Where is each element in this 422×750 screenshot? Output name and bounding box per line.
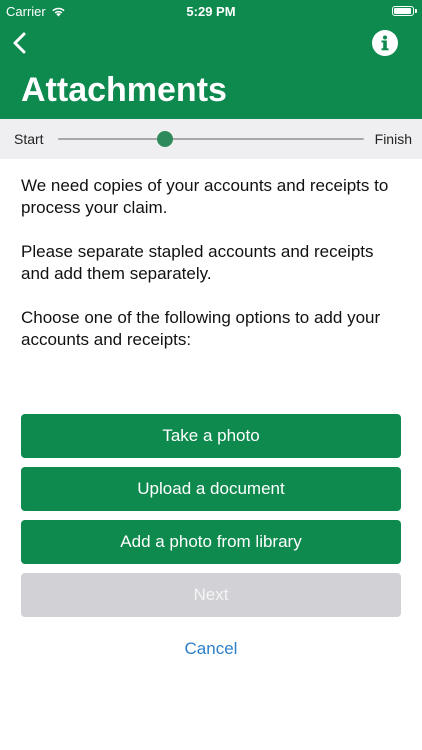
page-title: Attachments bbox=[21, 71, 227, 109]
progress-track bbox=[58, 131, 364, 147]
instruction-copies: We need copies of your accounts and rece… bbox=[21, 176, 389, 217]
progress-start-label: Start bbox=[14, 131, 44, 147]
add-photo-library-button[interactable]: Add a photo from library bbox=[21, 520, 401, 564]
instructions: We need copies of your accounts and rece… bbox=[21, 175, 406, 373]
next-button[interactable]: Next bbox=[21, 573, 401, 617]
status-time: 5:29 PM bbox=[186, 4, 236, 19]
battery-nub bbox=[415, 9, 417, 13]
upload-document-button[interactable]: Upload a document bbox=[21, 467, 401, 511]
info-icon bbox=[372, 30, 398, 56]
info-button[interactable] bbox=[372, 30, 398, 56]
progress-thumb bbox=[157, 131, 174, 147]
instruction-separate: Please separate stapled accounts and rec… bbox=[21, 242, 374, 283]
progress-indicator: Start Finish bbox=[0, 119, 422, 159]
instruction-choose: Choose one of the following options to a… bbox=[21, 308, 381, 349]
take-photo-button[interactable]: Take a photo bbox=[21, 414, 401, 458]
chevron-left-icon bbox=[13, 32, 26, 54]
app-header: Carrier 5:29 PM Attachments bbox=[0, 0, 422, 119]
cancel-button[interactable]: Cancel bbox=[0, 639, 422, 659]
back-button[interactable] bbox=[8, 28, 36, 58]
status-bar: Carrier 5:29 PM bbox=[0, 0, 422, 22]
battery-fill bbox=[394, 8, 411, 14]
progress-finish-label: Finish bbox=[374, 131, 412, 147]
battery-icon bbox=[392, 6, 417, 16]
